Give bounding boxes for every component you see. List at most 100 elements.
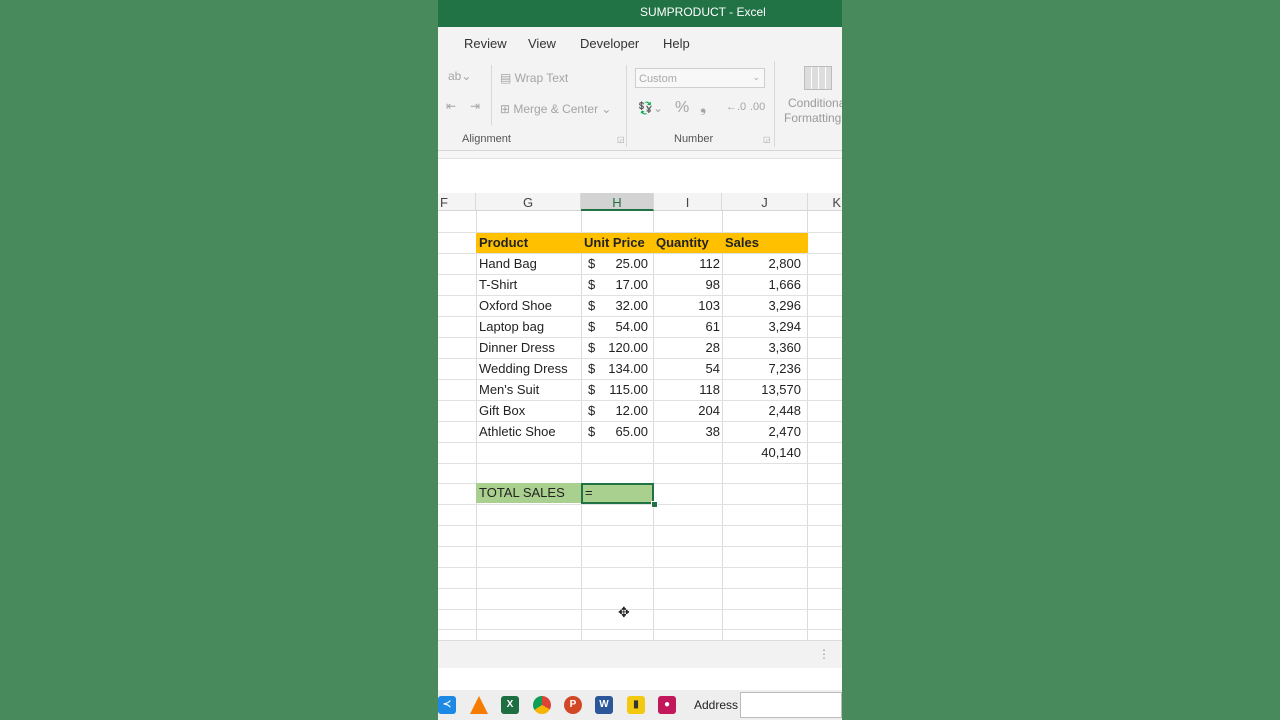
increase-indent-icon[interactable]: ⇥ bbox=[470, 99, 480, 113]
column-header-f[interactable]: F bbox=[438, 193, 476, 211]
header-quantity[interactable]: Quantity bbox=[656, 233, 709, 253]
comma-style-button[interactable]: ❟ bbox=[700, 99, 706, 117]
dialog-launcher-icon[interactable]: ◲ bbox=[763, 135, 771, 144]
cell-price[interactable]: 65.00 bbox=[588, 422, 648, 442]
merge-center-button[interactable]: ⊞ Merge & Center ⌄ bbox=[500, 102, 611, 116]
address-input[interactable] bbox=[740, 692, 842, 718]
formula-bar bbox=[438, 151, 842, 183]
header-sales[interactable]: Sales bbox=[725, 233, 759, 253]
cell-quantity[interactable]: 61 bbox=[656, 317, 720, 337]
gridline bbox=[653, 211, 654, 640]
powerpoint-icon[interactable]: P bbox=[564, 696, 582, 714]
cell-quantity[interactable]: 54 bbox=[656, 359, 720, 379]
cell-sales[interactable]: 3,294 bbox=[722, 317, 801, 337]
excel-window: SUMPRODUCT - Excel Review View Developer… bbox=[438, 0, 842, 720]
cell-product[interactable]: Men's Suit bbox=[479, 380, 539, 400]
dialog-launcher-icon[interactable]: ◲ bbox=[617, 135, 625, 144]
active-cell-input[interactable]: = bbox=[585, 483, 593, 503]
column-header-h[interactable]: H bbox=[581, 193, 654, 211]
vlc-icon[interactable] bbox=[470, 696, 488, 714]
wrap-text-label: Wrap Text bbox=[514, 71, 569, 85]
cell-sales[interactable]: 2,470 bbox=[722, 422, 801, 442]
increase-decimal-icon[interactable]: ←.0 bbox=[726, 101, 746, 113]
percent-style-button[interactable]: % bbox=[675, 99, 689, 117]
decrease-indent-icon[interactable]: ⇤ bbox=[446, 99, 456, 113]
cell-sales[interactable]: 3,360 bbox=[722, 338, 801, 358]
menu-bar: Review View Developer Help bbox=[438, 27, 842, 59]
cell-sales-sum[interactable]: 40,140 bbox=[722, 443, 801, 463]
cell-price[interactable]: 115.00 bbox=[588, 380, 648, 400]
separator bbox=[626, 65, 627, 147]
cell-quantity[interactable]: 28 bbox=[656, 338, 720, 358]
cell-product[interactable]: Hand Bag bbox=[479, 254, 537, 274]
cell-sales[interactable]: 13,570 bbox=[722, 380, 801, 400]
menu-help[interactable]: Help bbox=[663, 36, 690, 51]
vscode-icon[interactable]: ≺ bbox=[438, 696, 456, 714]
cell-product[interactable]: Wedding Dress bbox=[479, 359, 568, 379]
cell-quantity[interactable]: 38 bbox=[656, 422, 720, 442]
word-icon[interactable]: W bbox=[595, 696, 613, 714]
menu-developer[interactable]: Developer bbox=[580, 36, 639, 51]
cell-sales[interactable]: 1,666 bbox=[722, 275, 801, 295]
cell-price[interactable]: 25.00 bbox=[588, 254, 648, 274]
column-header-g[interactable]: G bbox=[476, 193, 581, 211]
powerbi-icon[interactable]: ▮ bbox=[627, 696, 645, 714]
menu-review[interactable]: Review bbox=[464, 36, 507, 51]
more-options-icon[interactable]: ⋮ bbox=[818, 647, 830, 661]
conditional-formatting-label[interactable]: Conditional bbox=[788, 96, 842, 110]
cell-product[interactable]: Laptop bag bbox=[479, 317, 544, 337]
cell-sales[interactable]: 7,236 bbox=[722, 359, 801, 379]
cell-product[interactable]: Athletic Shoe bbox=[479, 422, 556, 442]
spreadsheet-grid: F G H I J K Product Unit Price Quantity … bbox=[438, 193, 842, 640]
column-header-i[interactable]: I bbox=[654, 193, 722, 211]
header-unit-price[interactable]: Unit Price bbox=[584, 233, 645, 253]
gridline bbox=[807, 211, 808, 640]
wrap-text-button[interactable]: ▤ Wrap Text bbox=[500, 71, 568, 85]
excel-icon[interactable]: X bbox=[501, 696, 519, 714]
number-format-select[interactable]: Custom ⌄ bbox=[635, 68, 765, 88]
gridline bbox=[438, 629, 842, 630]
total-sales-label[interactable]: TOTAL SALES bbox=[479, 483, 565, 503]
decrease-decimal-icon[interactable]: .00 bbox=[750, 101, 765, 113]
cell-quantity[interactable]: 204 bbox=[656, 401, 720, 421]
background-left bbox=[0, 0, 438, 720]
cell-quantity[interactable]: 118 bbox=[656, 380, 720, 400]
gridline bbox=[438, 504, 842, 505]
conditional-formatting-label-2[interactable]: Formatting bbox=[784, 111, 841, 125]
fill-handle[interactable] bbox=[651, 501, 658, 508]
cell-product[interactable]: Dinner Dress bbox=[479, 338, 555, 358]
orientation-icon[interactable]: ab⌄ bbox=[448, 69, 471, 83]
cell-sales[interactable]: 2,800 bbox=[722, 254, 801, 274]
gridline bbox=[438, 525, 842, 526]
cell-price[interactable]: 120.00 bbox=[588, 338, 648, 358]
column-header-j[interactable]: J bbox=[722, 193, 808, 211]
merge-center-label: Merge & Center bbox=[513, 102, 599, 116]
chevron-down-icon: ⌄ bbox=[752, 72, 760, 82]
chrome-icon[interactable] bbox=[533, 696, 551, 714]
column-header-k[interactable]: K bbox=[808, 193, 842, 211]
cell-product[interactable]: T-Shirt bbox=[479, 275, 517, 295]
menu-view[interactable]: View bbox=[528, 36, 556, 51]
number-format-value: Custom bbox=[639, 73, 677, 85]
cell-price[interactable]: 12.00 bbox=[588, 401, 648, 421]
cell-quantity[interactable]: 103 bbox=[656, 296, 720, 316]
cell-quantity[interactable]: 112 bbox=[656, 254, 720, 274]
accounting-format-icon[interactable]: 💱⌄ bbox=[638, 101, 663, 115]
gridline bbox=[438, 546, 842, 547]
cell-price[interactable]: 17.00 bbox=[588, 275, 648, 295]
cell-quantity[interactable]: 98 bbox=[656, 275, 720, 295]
ribbon: ab⌄ ⇤ ⇥ ▤ Wrap Text ⊞ Merge & Center ⌄ A… bbox=[438, 59, 842, 151]
cell-sales[interactable]: 2,448 bbox=[722, 401, 801, 421]
screen-recorder-icon[interactable]: ● bbox=[658, 696, 676, 714]
cell-price[interactable]: 32.00 bbox=[588, 296, 648, 316]
cell-product[interactable]: Gift Box bbox=[479, 401, 525, 421]
taskbar: ≺ X P W ▮ ● Address bbox=[438, 690, 842, 720]
conditional-formatting-icon[interactable] bbox=[804, 66, 832, 90]
cell-product[interactable]: Oxford Shoe bbox=[479, 296, 552, 316]
cell-price[interactable]: 134.00 bbox=[588, 359, 648, 379]
gridline bbox=[476, 211, 477, 640]
cell-price[interactable]: 54.00 bbox=[588, 317, 648, 337]
header-product[interactable]: Product bbox=[479, 233, 528, 253]
formula-input[interactable] bbox=[438, 158, 842, 183]
cell-sales[interactable]: 3,296 bbox=[722, 296, 801, 316]
